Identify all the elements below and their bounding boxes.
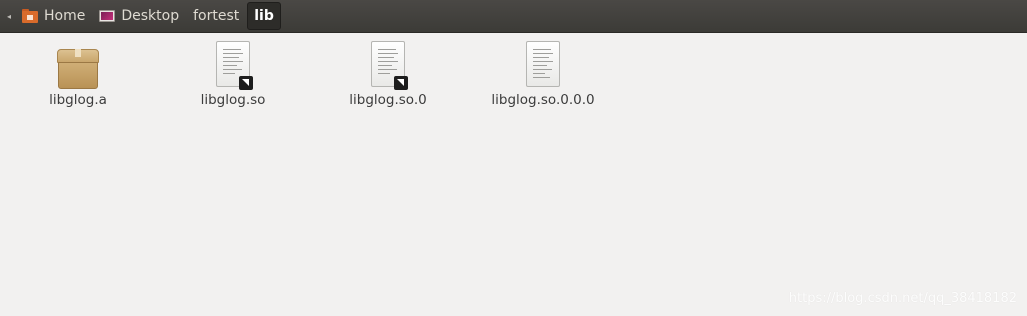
breadcrumb-fortest-label: fortest (193, 8, 240, 24)
symlink-text-file-icon (371, 41, 408, 90)
breadcrumb-home-label: Home (44, 8, 86, 24)
breadcrumb-desktop-label: Desktop (121, 8, 180, 24)
text-file-icon (526, 41, 560, 87)
path-bar: ◂ Home Desktop fortest lib (0, 0, 1027, 33)
package-icon (57, 49, 99, 89)
file-name: libglog.so.0 (349, 92, 427, 108)
watermark-text: https://blog.csdn.net/qq_38418182 (788, 291, 1017, 306)
breadcrumb-desktop[interactable]: Desktop (93, 2, 185, 30)
file-name: libglog.so.0.0.0 (491, 92, 595, 108)
file-name: libglog.so (200, 92, 266, 108)
symlink-text-file-icon (216, 41, 253, 90)
breadcrumb-lib-label: lib (254, 8, 274, 24)
file-name: libglog.a (49, 92, 107, 108)
breadcrumb-lib[interactable]: lib (247, 2, 281, 30)
path-back-arrow-icon[interactable]: ◂ (2, 2, 16, 30)
home-folder-icon (22, 8, 39, 24)
breadcrumb-home[interactable]: Home (16, 2, 91, 30)
breadcrumb-fortest[interactable]: fortest (187, 2, 245, 30)
desktop-folder-icon (99, 9, 116, 24)
